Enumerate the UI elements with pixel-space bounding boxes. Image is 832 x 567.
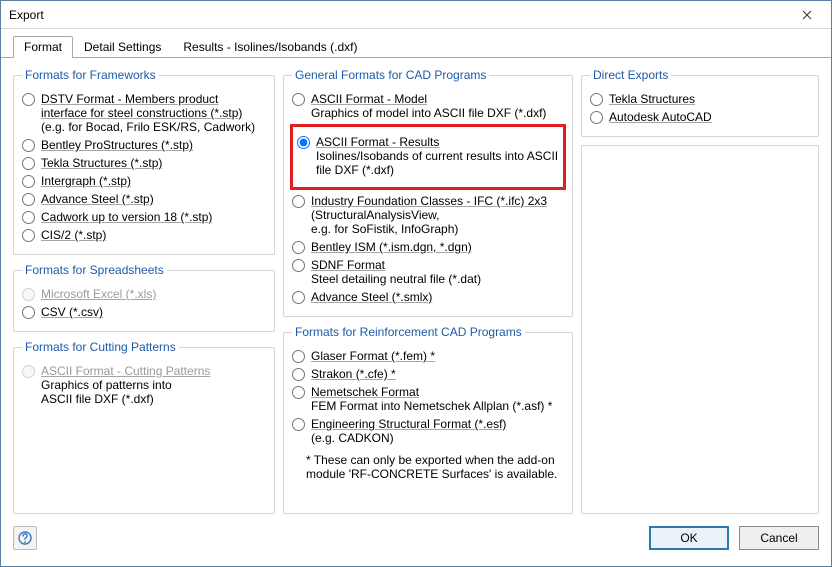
radio-cadwork18[interactable] [22,211,35,224]
radio-glaser[interactable] [292,350,305,363]
opt-tekla-direct[interactable]: Tekla Structures [590,92,810,106]
tab-results-isolines[interactable]: Results - Isolines/Isobands (.dxf) [172,36,368,58]
footer: OK Cancel [1,520,831,560]
radio-autodesk[interactable] [590,111,603,124]
opt-csv[interactable]: CSV (*.csv) [22,305,266,319]
opt-nemetschek[interactable]: Nemetschek Format FEM Format into Nemets… [292,385,564,413]
group-legend: Direct Exports [590,68,671,82]
opt-dstv[interactable]: DSTV Format - Members product interface … [22,92,266,134]
opt-ascii-model[interactable]: ASCII Format - Model Graphics of model i… [292,92,564,120]
opt-excel: Microsoft Excel (*.xls) [22,287,266,301]
group-cad: General Formats for CAD Programs ASCII F… [283,68,573,317]
opt-ifc[interactable]: Industry Foundation Classes - IFC (*.ifc… [292,194,564,236]
cancel-button[interactable]: Cancel [739,526,819,550]
radio-excel [22,288,35,301]
opt-cadwork18[interactable]: Cadwork up to version 18 (*.stp) [22,210,266,224]
radio-ascii-results[interactable] [297,136,310,149]
tab-strip: Format Detail Settings Results - Isoline… [1,29,831,58]
radio-tekla-stp[interactable] [22,157,35,170]
opt-advance-steel-smlx[interactable]: Advance Steel (*.smlx) [292,290,564,304]
opt-advance-steel-stp[interactable]: Advance Steel (*.stp) [22,192,266,206]
radio-esf[interactable] [292,418,305,431]
reinforcement-footnote: * These can only be exported when the ad… [306,453,562,481]
radio-cis2[interactable] [22,229,35,242]
opt-bentley-ism[interactable]: Bentley ISM (*.ism.dgn, *.dgn) [292,240,564,254]
radio-intergraph[interactable] [22,175,35,188]
tab-detail-settings[interactable]: Detail Settings [73,36,172,58]
opt-autodesk[interactable]: Autodesk AutoCAD [590,110,810,124]
radio-ascii-model[interactable] [292,93,305,106]
group-spreadsheets: Formats for Spreadsheets Microsoft Excel… [13,263,275,332]
title-bar: Export [1,1,831,29]
radio-dstv[interactable] [22,93,35,106]
radio-nemetschek[interactable] [292,386,305,399]
group-frameworks: Formats for Frameworks DSTV Format - Mem… [13,68,275,255]
opt-tekla-stp[interactable]: Tekla Structures (*.stp) [22,156,266,170]
radio-bentley-pro[interactable] [22,139,35,152]
group-legend: General Formats for CAD Programs [292,68,489,82]
tab-format[interactable]: Format [13,36,73,58]
radio-csv[interactable] [22,306,35,319]
close-icon [802,10,812,20]
opt-intergraph[interactable]: Intergraph (*.stp) [22,174,266,188]
group-legend: Formats for Cutting Patterns [22,340,179,354]
group-reinforcement: Formats for Reinforcement CAD Programs G… [283,325,573,514]
ok-button[interactable]: OK [649,526,729,550]
group-legend: Formats for Spreadsheets [22,263,167,277]
radio-sdnf[interactable] [292,259,305,272]
radio-tekla-direct[interactable] [590,93,603,106]
radio-strakon[interactable] [292,368,305,381]
highlighted-option: ASCII Format - Results Isolines/Isobands… [290,124,566,190]
radio-ifc[interactable] [292,195,305,208]
radio-advance-steel-smlx[interactable] [292,291,305,304]
opt-ascii-results[interactable]: ASCII Format - Results Isolines/Isobands… [297,135,559,177]
group-legend: Formats for Frameworks [22,68,159,82]
radio-ascii-cutting [22,365,35,378]
content-area: Formats for Frameworks DSTV Format - Mem… [1,58,831,520]
help-button[interactable] [13,526,37,550]
opt-strakon[interactable]: Strakon (*.cfe) * [292,367,564,381]
opt-sdnf[interactable]: SDNF Format Steel detailing neutral file… [292,258,564,286]
radio-bentley-ism[interactable] [292,241,305,254]
opt-ascii-cutting: ASCII Format - Cutting Patterns Graphics… [22,364,266,406]
group-cutting-patterns: Formats for Cutting Patterns ASCII Forma… [13,340,275,514]
radio-advance-steel-stp[interactable] [22,193,35,206]
opt-cis2[interactable]: CIS/2 (*.stp) [22,228,266,242]
window-title: Export [9,8,789,22]
opt-esf[interactable]: Engineering Structural Format (*.esf) (e… [292,417,564,445]
opt-glaser[interactable]: Glaser Format (*.fem) * [292,349,564,363]
group-direct-exports: Direct Exports Tekla Structures Autodesk… [581,68,819,137]
opt-bentley-pro[interactable]: Bentley ProStructures (*.stp) [22,138,266,152]
empty-panel [581,145,819,514]
help-icon [18,531,32,545]
group-legend: Formats for Reinforcement CAD Programs [292,325,525,339]
close-button[interactable] [789,4,825,26]
